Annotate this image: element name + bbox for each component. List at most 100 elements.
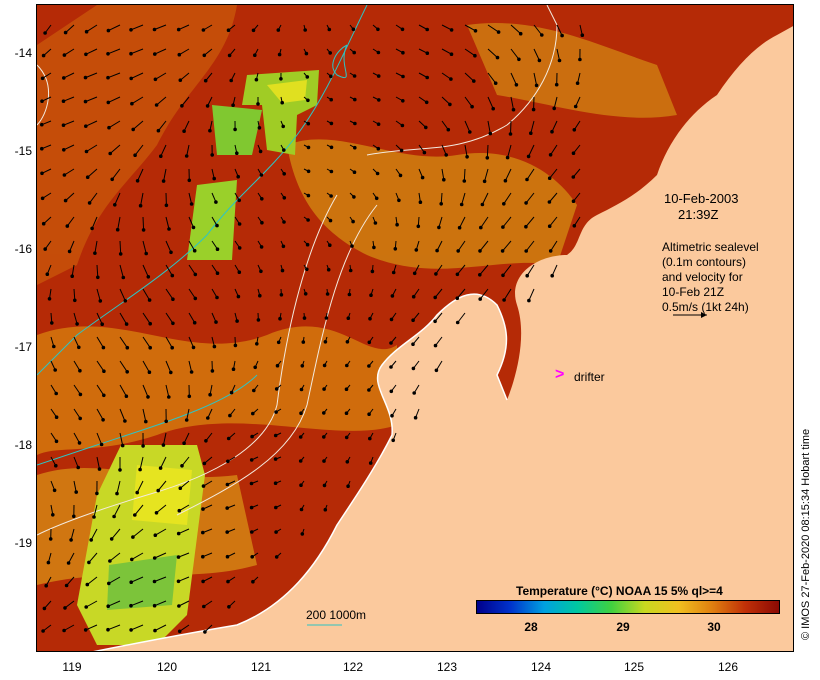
- velocity-arrow-head: [42, 606, 47, 611]
- velocity-arrow-head: [40, 146, 44, 151]
- velocity-arrow-head: [83, 75, 88, 80]
- velocity-arrow-head: [322, 483, 327, 488]
- velocity-arrow-head: [373, 221, 378, 225]
- velocity-arrow-head: [273, 481, 278, 486]
- altimetry-line: and velocity for: [662, 270, 743, 284]
- velocity-arrow-head: [131, 535, 135, 539]
- velocity-arrow-head: [391, 438, 396, 443]
- velocity-arrow-head: [203, 78, 208, 83]
- velocity-arrow-head: [282, 196, 287, 200]
- velocity-arrow-head: [306, 193, 311, 198]
- velocity-arrow-head: [279, 293, 284, 297]
- velocity-arrow-head: [413, 415, 418, 420]
- velocity-arrow-head: [193, 296, 198, 301]
- velocity-arrow-head: [306, 169, 311, 174]
- velocity-arrow-head: [478, 297, 483, 301]
- velocity-arrow-head: [112, 514, 116, 519]
- velocity-arrow-head: [274, 387, 279, 391]
- velocity-arrow-head: [422, 150, 427, 155]
- velocity-arrow-head: [189, 370, 194, 374]
- velocity-arrow-head: [425, 75, 430, 80]
- velocity-arrow-head: [76, 465, 81, 470]
- velocity-arrow-head: [254, 77, 259, 82]
- velocity-arrow-head: [78, 368, 82, 373]
- velocity-arrow-head: [125, 370, 129, 374]
- velocity-arrow-head: [152, 556, 157, 560]
- velocity-arrow-head: [146, 395, 150, 399]
- velocity-arrow-head: [326, 267, 331, 272]
- velocity-arrow-head: [63, 198, 68, 203]
- velocity-arrow-head: [233, 343, 238, 348]
- velocity-arrow-head: [329, 74, 333, 79]
- velocity-arrow-head: [69, 538, 73, 542]
- velocity-arrow-head: [416, 224, 421, 229]
- velocity-arrow-head: [83, 99, 88, 104]
- velocity-arrow: [486, 144, 489, 158]
- velocity-arrow-head: [485, 156, 490, 160]
- velocity-arrow-head: [368, 436, 372, 441]
- velocity-arrow-head: [345, 340, 350, 344]
- velocity-arrow-head: [279, 77, 283, 81]
- velocity-arrow-head: [70, 274, 75, 279]
- velocity-arrow-head: [352, 50, 357, 55]
- lon-tick: 119: [62, 660, 82, 674]
- velocity-arrow-head: [524, 201, 528, 205]
- velocity-arrow-head: [411, 366, 416, 371]
- velocity-arrow-head: [202, 461, 207, 466]
- velocity-arrow-head: [95, 491, 99, 496]
- velocity-arrow-head: [375, 171, 380, 176]
- velocity-arrow-head: [124, 322, 129, 326]
- velocity-arrow-head: [202, 53, 207, 58]
- velocity-arrow-head: [77, 345, 81, 350]
- velocity-arrow-head: [129, 76, 133, 81]
- velocity-arrow: [463, 168, 466, 182]
- velocity-arrow-head: [376, 74, 381, 78]
- velocity-arrow-head: [167, 227, 171, 231]
- velocity-arrow-head: [433, 319, 437, 324]
- velocity-arrow-head: [133, 153, 137, 157]
- velocity-arrow-head: [273, 433, 278, 438]
- velocity-arrow-head: [501, 273, 505, 278]
- velocity-arrow-head: [389, 341, 393, 345]
- velocity-arrow-head: [353, 121, 357, 126]
- velocity-arrow-head: [43, 31, 47, 35]
- velocity-arrow-head: [456, 249, 461, 253]
- velocity-arrow-head: [391, 270, 396, 275]
- velocity-arrow-head: [107, 581, 111, 586]
- velocity-arrow-head: [250, 530, 254, 534]
- velocity-arrow-head: [97, 467, 102, 471]
- velocity-arrow-head: [351, 219, 355, 224]
- velocity-arrow-head: [251, 28, 256, 33]
- velocity-arrow-head: [147, 370, 152, 375]
- velocity-arrow-head: [367, 364, 371, 368]
- velocity-arrow-head: [322, 387, 326, 391]
- drifter-label: drifter: [574, 370, 605, 384]
- velocity-arrow-head: [369, 293, 373, 298]
- velocity-arrow-head: [299, 507, 304, 512]
- velocity-arrow-head: [201, 530, 205, 535]
- velocity-arrow-head: [573, 104, 578, 109]
- velocity-arrow-head: [66, 561, 71, 565]
- velocity-arrow-head: [274, 530, 278, 534]
- velocity-arrow-head: [106, 627, 110, 632]
- velocity-arrow-head: [437, 225, 441, 230]
- isobath-legend-label: 200 1000m: [306, 608, 367, 622]
- velocity-arrow-head: [156, 128, 161, 133]
- velocity-arrow-head: [54, 463, 58, 468]
- velocity-arrow-head: [274, 555, 279, 559]
- velocity-arrow-head: [300, 364, 305, 368]
- velocity-arrow-head: [524, 249, 529, 253]
- velocity-arrow-head: [180, 104, 184, 108]
- velocity-arrow-head: [273, 457, 278, 461]
- velocity-arrow-head: [322, 459, 326, 463]
- sst-map[interactable]: [36, 4, 794, 652]
- velocity-arrow-head: [412, 271, 417, 276]
- velocity-arrow-head: [367, 388, 371, 392]
- velocity-arrow-head: [398, 173, 403, 178]
- velocity-arrow-head: [255, 342, 259, 346]
- velocity-arrow-head: [201, 484, 206, 488]
- velocity-arrow-head: [84, 29, 89, 34]
- velocity-arrow-head: [518, 31, 523, 36]
- velocity-arrow-head: [138, 467, 142, 472]
- velocity-arrow-head: [51, 344, 56, 349]
